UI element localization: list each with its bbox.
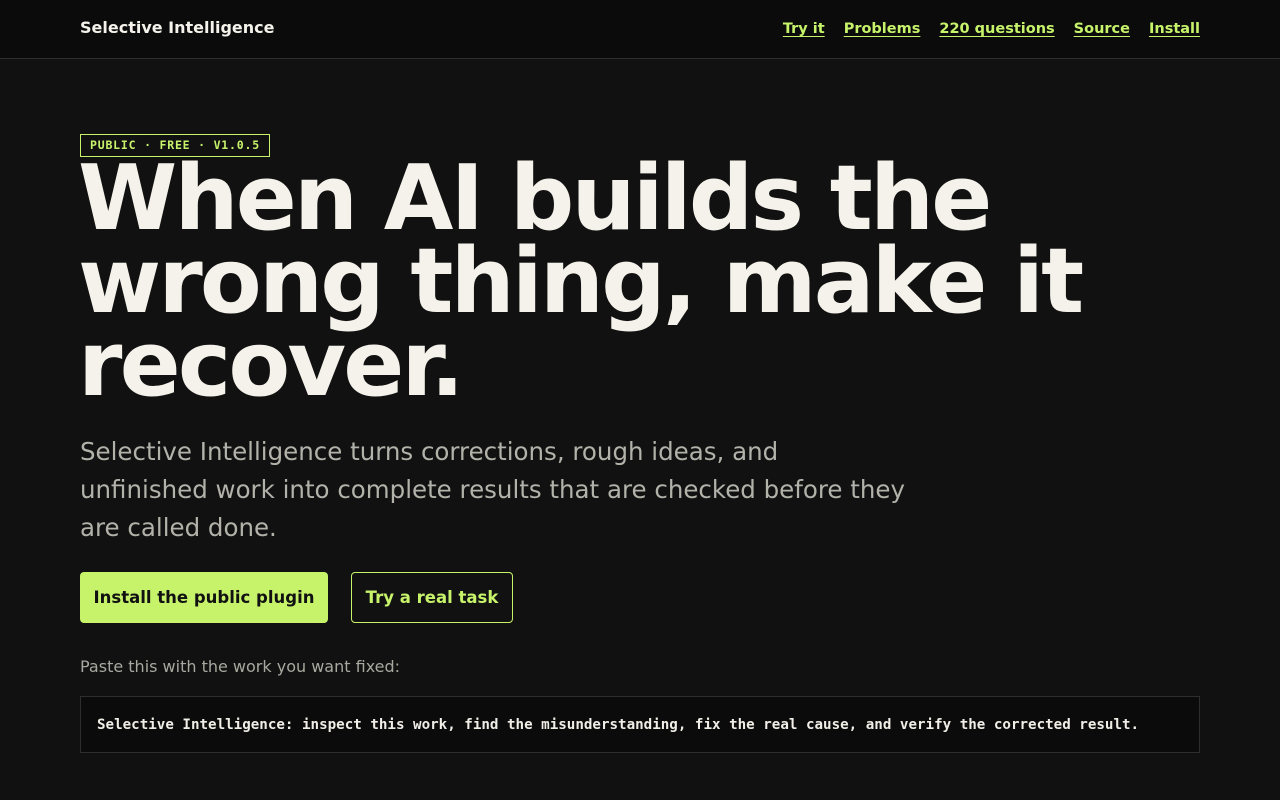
main-nav: Try it Problems 220 questions Source Ins…: [783, 19, 1200, 39]
prompt-text: Selective Intelligence: inspect this wor…: [97, 716, 1140, 733]
install-plugin-button[interactable]: Install the public plugin: [80, 572, 328, 623]
prompt-code-block[interactable]: Selective Intelligence: inspect this wor…: [80, 696, 1200, 753]
paste-instruction-label: Paste this with the work you want fixed:: [80, 657, 401, 676]
nav-link-220-questions[interactable]: 220 questions: [939, 19, 1054, 39]
hero-headline: When AI builds the wrong thing, make it …: [78, 146, 1084, 417]
hero-subtitle: Selective Intelligence turns corrections…: [80, 437, 905, 542]
nav-link-install[interactable]: Install: [1149, 19, 1200, 39]
nav-link-source[interactable]: Source: [1074, 19, 1130, 39]
brand-name[interactable]: Selective Intelligence: [80, 18, 275, 38]
nav-link-try-it[interactable]: Try it: [783, 19, 825, 39]
top-navigation-bar: Selective Intelligence Try it Problems 2…: [0, 0, 1280, 59]
nav-link-problems[interactable]: Problems: [844, 19, 921, 39]
try-real-task-button[interactable]: Try a real task: [351, 572, 513, 623]
